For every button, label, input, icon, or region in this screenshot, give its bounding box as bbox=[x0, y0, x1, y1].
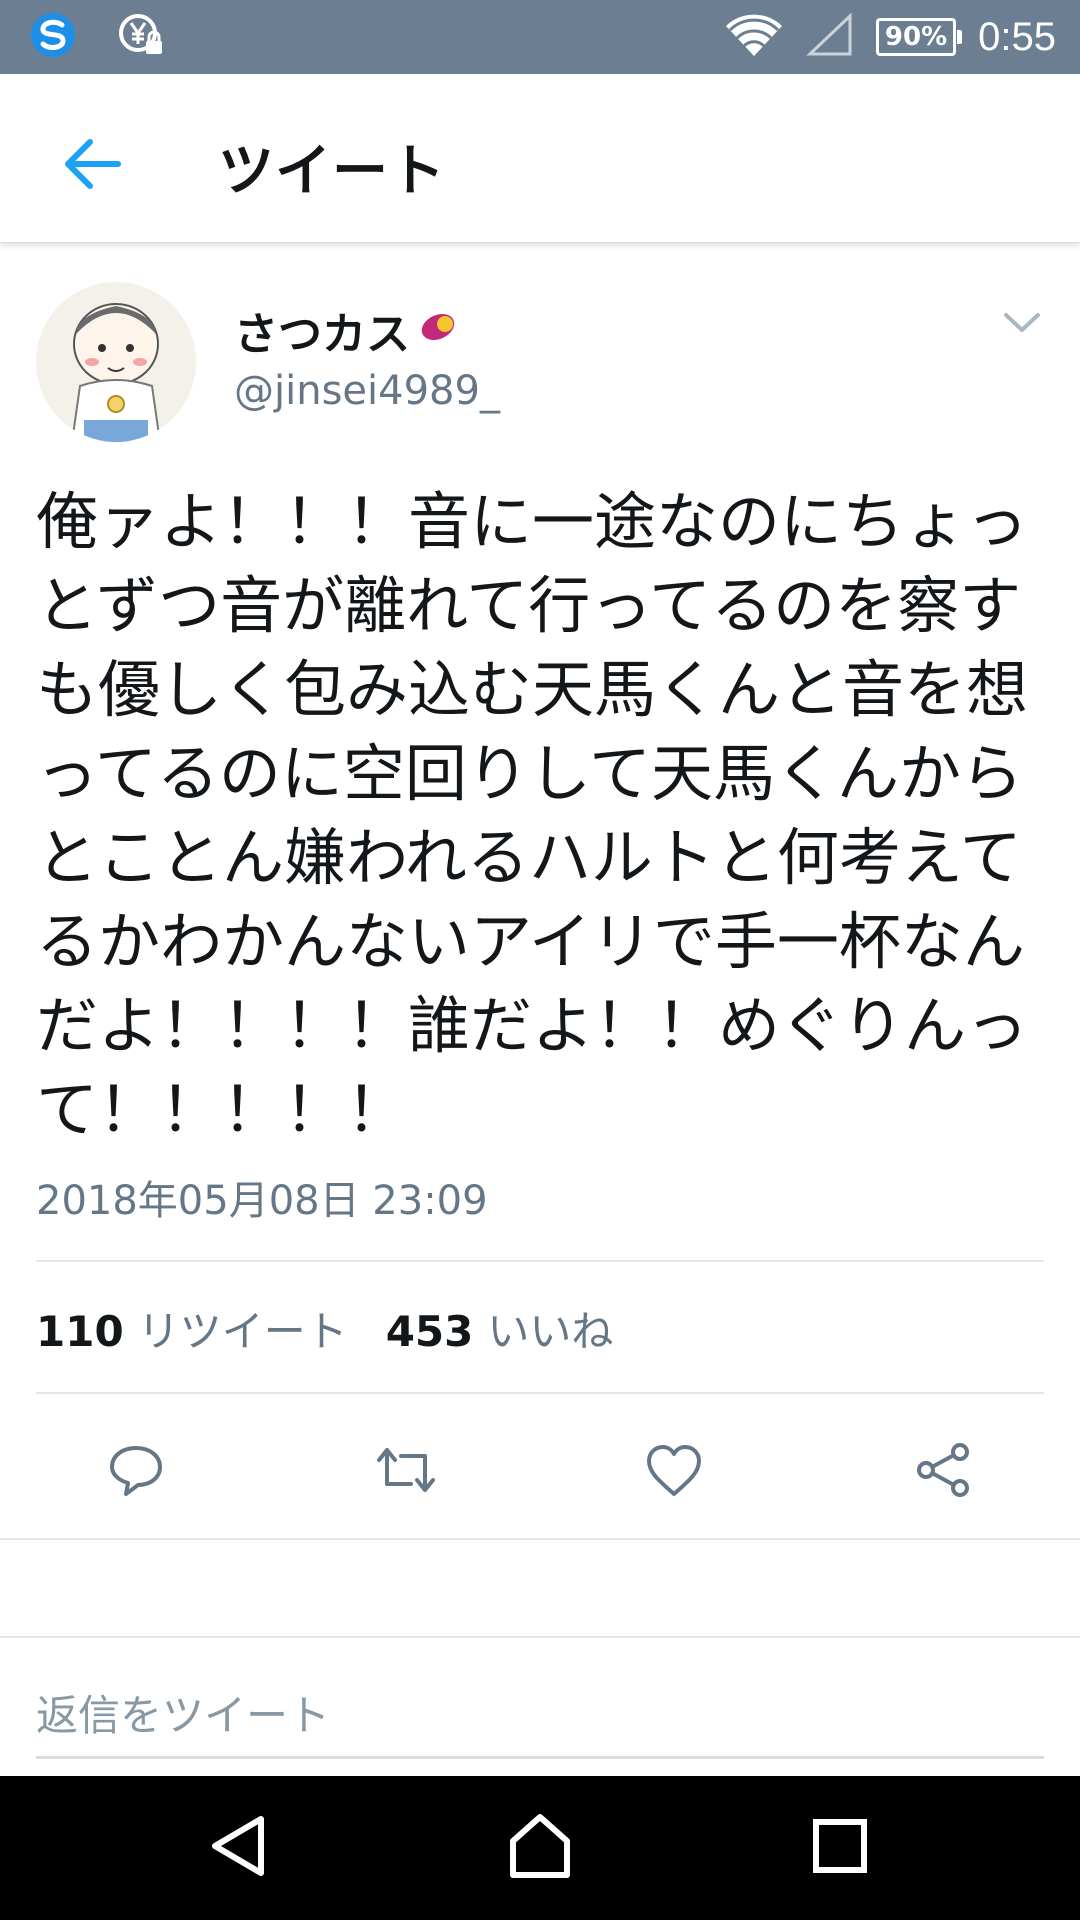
s-app-icon bbox=[28, 10, 78, 64]
avatar[interactable] bbox=[36, 282, 196, 442]
status-bar-right: 90% 0:55 bbox=[724, 0, 1056, 74]
retweet-button[interactable] bbox=[366, 1432, 446, 1512]
status-bar: 90% 0:55 bbox=[0, 0, 1080, 74]
reply-icon bbox=[106, 1440, 166, 1504]
clock: 0:55 bbox=[978, 14, 1056, 59]
nav-back-button[interactable] bbox=[190, 1798, 290, 1898]
tweet-timestamp: 2018年05月08日 23:09 bbox=[36, 1178, 488, 1224]
tweet-text: 俺ァよ！！！音に一途なのにちょっとずつ音が離れて行ってるのを察すも優しく包み込む… bbox=[36, 485, 1029, 1146]
display-name[interactable]: さつカス bbox=[234, 298, 458, 362]
battery-indicator: 90% bbox=[875, 18, 963, 56]
retweet-label[interactable]: リツイート bbox=[138, 1298, 348, 1359]
signal-icon bbox=[806, 12, 854, 62]
share-icon bbox=[914, 1440, 974, 1504]
recents-nav-icon bbox=[810, 1816, 870, 1880]
nav-home-button[interactable] bbox=[490, 1798, 590, 1898]
tweet-menu-button[interactable] bbox=[992, 300, 1052, 350]
username[interactable]: @jinsei4989_ bbox=[234, 368, 500, 414]
page-title: ツイート bbox=[218, 139, 446, 204]
reply-button[interactable] bbox=[96, 1432, 176, 1512]
nav-recents-button[interactable] bbox=[790, 1798, 890, 1898]
retweet-icon bbox=[371, 1440, 441, 1504]
divider bbox=[0, 1538, 1080, 1540]
back-button[interactable] bbox=[48, 122, 136, 210]
chevron-down-icon bbox=[1002, 310, 1042, 340]
reply-input[interactable]: 返信をツイート bbox=[36, 1682, 330, 1743]
status-bar-left bbox=[28, 12, 166, 62]
back-nav-icon bbox=[205, 1811, 275, 1885]
navigation-bar bbox=[0, 1776, 1080, 1920]
retweet-count[interactable]: 110 bbox=[36, 1307, 124, 1356]
like-label[interactable]: いいね bbox=[487, 1298, 613, 1359]
like-count[interactable]: 453 bbox=[386, 1307, 474, 1356]
like-button[interactable] bbox=[634, 1432, 714, 1512]
battery-percent: 90% bbox=[884, 22, 948, 52]
tweet-stats: 110 リツイート 453 いいね bbox=[36, 1298, 637, 1359]
tweet-actions bbox=[0, 1410, 1080, 1530]
yen-lock-icon bbox=[118, 11, 166, 63]
reply-input-underline bbox=[36, 1756, 1044, 1759]
home-nav-icon bbox=[505, 1811, 575, 1885]
share-button[interactable] bbox=[904, 1432, 984, 1512]
divider bbox=[0, 1636, 1080, 1638]
divider bbox=[36, 1260, 1044, 1262]
like-icon bbox=[644, 1442, 704, 1502]
display-name-text: さつカス bbox=[234, 309, 410, 360]
sweet-potato-icon bbox=[418, 305, 458, 356]
divider bbox=[36, 1392, 1044, 1394]
wifi-icon bbox=[724, 10, 784, 64]
arrow-left-icon bbox=[60, 134, 124, 198]
app-bar: ツイート bbox=[0, 74, 1080, 243]
